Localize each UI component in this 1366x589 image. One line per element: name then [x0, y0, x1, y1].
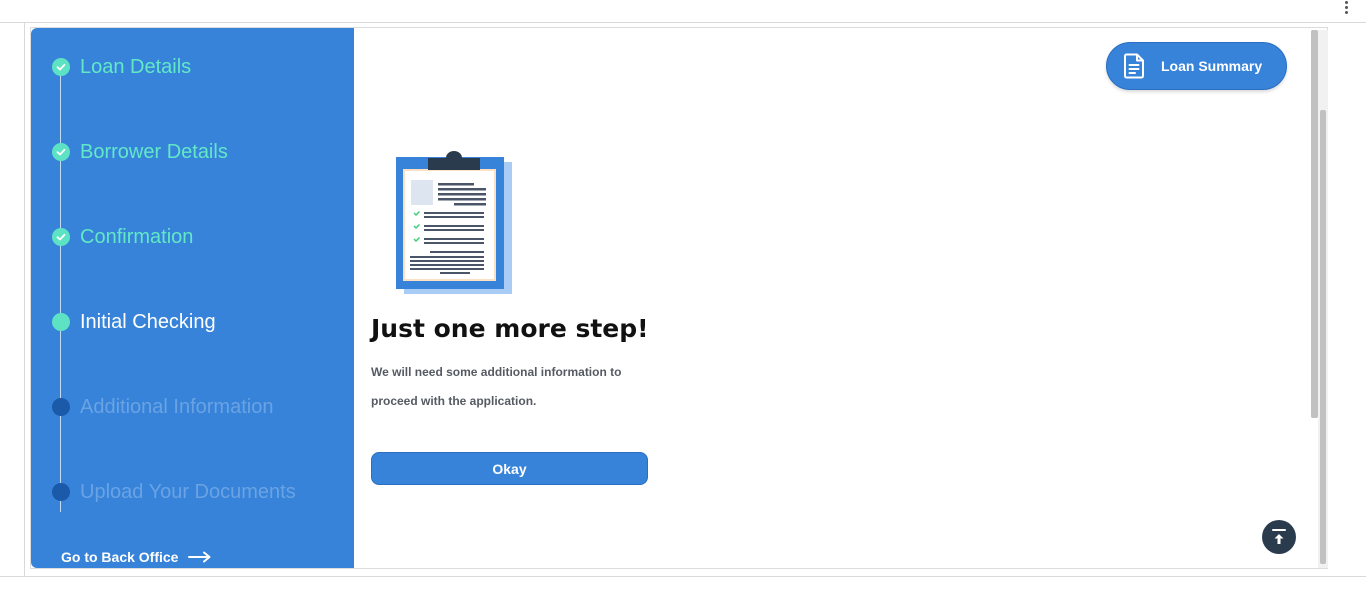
step-borrower-details[interactable]: Borrower Details — [52, 139, 228, 165]
document-icon — [1124, 53, 1144, 79]
browser-topbar — [0, 0, 1366, 23]
current-step-dot — [52, 313, 70, 331]
okay-button[interactable]: Okay — [371, 452, 648, 485]
timeline-line — [60, 66, 61, 512]
step-confirmation[interactable]: Confirmation — [52, 224, 193, 250]
step-upload-documents[interactable]: Upload Your Documents — [52, 479, 296, 505]
frame-divider — [0, 576, 1366, 577]
main-content: Loan Summary Just one more step! We will… — [354, 28, 1309, 568]
step-label: Borrower Details — [80, 140, 228, 163]
application-panel: Loan Details Borrower Details Confirmati… — [30, 27, 1328, 569]
check-icon — [52, 228, 70, 246]
check-icon — [52, 58, 70, 76]
arrow-right-icon — [188, 551, 211, 563]
inner-scrollbar[interactable] — [1311, 30, 1318, 418]
frame-divider — [24, 23, 25, 577]
arrow-up-to-line-icon — [1272, 529, 1286, 544]
step-label: Initial Checking — [80, 310, 216, 333]
clipboard-illustration — [396, 151, 512, 294]
scroll-to-top-button[interactable] — [1262, 520, 1296, 554]
back-office-label: Go to Back Office — [61, 549, 179, 565]
outer-scrollbar-thumb[interactable] — [1320, 110, 1326, 564]
page-heading: Just one more step! — [371, 314, 649, 343]
kebab-menu-icon[interactable] — [1342, 0, 1350, 14]
loan-summary-label: Loan Summary — [1161, 58, 1263, 74]
step-additional-information[interactable]: Additional Information — [52, 394, 273, 420]
step-label: Loan Details — [80, 55, 192, 78]
pending-step-dot — [52, 483, 70, 501]
step-label: Upload Your Documents — [80, 480, 296, 503]
back-office-link[interactable]: Go to Back Office — [61, 549, 212, 565]
loan-summary-button[interactable]: Loan Summary — [1106, 42, 1287, 90]
step-loan-details[interactable]: Loan Details — [52, 54, 191, 80]
pending-step-dot — [52, 398, 70, 416]
description-text: We will need some additional information… — [371, 365, 622, 408]
step-initial-checking[interactable]: Initial Checking — [52, 309, 216, 335]
step-label: Confirmation — [80, 225, 194, 248]
check-icon — [52, 143, 70, 161]
progress-sidebar: Loan Details Borrower Details Confirmati… — [31, 28, 354, 568]
step-label: Additional Information — [80, 395, 274, 418]
